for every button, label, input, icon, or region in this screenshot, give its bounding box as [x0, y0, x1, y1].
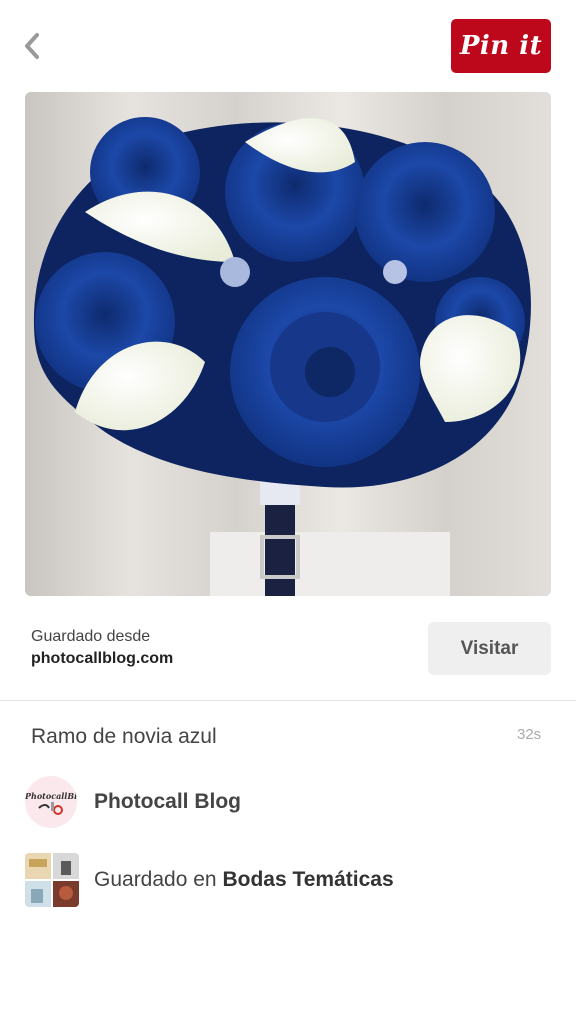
- source-domain-link[interactable]: photocallblog.com: [31, 650, 173, 668]
- pin-it-button[interactable]: Pin it: [451, 19, 551, 73]
- top-bar: Pin it: [0, 0, 576, 92]
- pin-title: Ramo de novia azul: [31, 725, 217, 748]
- chevron-left-icon: [25, 33, 39, 59]
- author-name[interactable]: Photocall Blog: [94, 790, 241, 814]
- divider: [0, 700, 576, 701]
- author-row[interactable]: PhotocallBlog Photocall Blog: [25, 776, 241, 828]
- timestamp: 32s: [517, 726, 542, 743]
- author-avatar[interactable]: PhotocallBlog: [25, 776, 77, 828]
- back-button[interactable]: [18, 28, 50, 64]
- board-info: Guardado en Bodas Temáticas: [94, 868, 394, 892]
- board-row[interactable]: Guardado en Bodas Temáticas: [25, 853, 394, 907]
- saved-in-label: Guardado en: [94, 868, 217, 891]
- board-thumbnail[interactable]: [25, 853, 79, 907]
- saved-from-label: Guardado desde: [31, 628, 151, 645]
- bouquet-illustration: [25, 92, 551, 596]
- source-info: Guardado desde photocallblog.com: [31, 628, 173, 668]
- board-collage-image: [25, 853, 79, 907]
- pin-image[interactable]: [25, 92, 551, 596]
- board-name[interactable]: Bodas Temáticas: [222, 868, 393, 891]
- photocall-props-icon: [38, 802, 63, 815]
- visit-button[interactable]: Visitar: [428, 622, 551, 675]
